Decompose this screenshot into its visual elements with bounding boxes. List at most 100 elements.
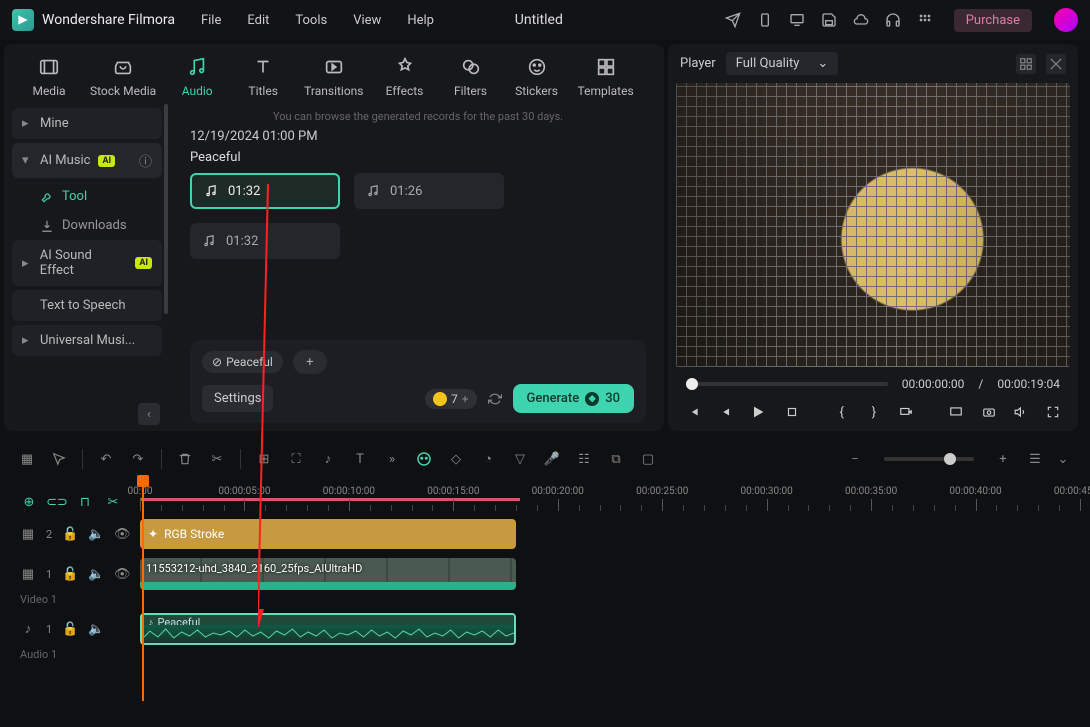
- mixer-icon[interactable]: ☷: [575, 450, 593, 468]
- ai-copilot-icon[interactable]: [415, 450, 433, 468]
- sidebar-sub-downloads[interactable]: Downloads: [12, 211, 162, 240]
- collapse-sidebar-button[interactable]: ‹: [138, 403, 160, 425]
- display-icon[interactable]: [949, 403, 963, 421]
- crop-icon[interactable]: ⛶: [287, 450, 305, 468]
- save-icon[interactable]: [820, 11, 838, 29]
- tab-titles[interactable]: Titles: [238, 54, 288, 98]
- speed-icon[interactable]: ◔: [479, 450, 497, 468]
- video-clip[interactable]: 11553212-uhd_3840_2160_25fps_AIUltraHD: [140, 558, 516, 590]
- sidebar-item-ai-sound[interactable]: ▸AI Sound EffectAI: [12, 240, 162, 286]
- fx-clip[interactable]: ✦RGB Stroke: [140, 519, 516, 549]
- select-tool-icon[interactable]: [50, 450, 68, 468]
- refresh-icon[interactable]: [487, 391, 503, 407]
- mic-icon[interactable]: 🎤: [543, 450, 561, 468]
- marker-dropdown[interactable]: [899, 403, 913, 421]
- link-track-icon[interactable]: ⊂⊃: [48, 493, 66, 511]
- audio-note-icon[interactable]: ♪: [319, 450, 337, 468]
- snapshot-icon[interactable]: [981, 403, 995, 421]
- lock-icon[interactable]: 🔓: [62, 621, 78, 637]
- tab-media[interactable]: Media: [24, 54, 74, 98]
- menu-tools[interactable]: Tools: [295, 13, 327, 28]
- apps-icon[interactable]: [916, 11, 934, 29]
- text-icon[interactable]: T: [351, 450, 369, 468]
- audio-clip[interactable]: ♪Peaceful: [140, 613, 516, 645]
- sidebar-item-tts[interactable]: Text to Speech: [12, 290, 162, 321]
- audio-clip-2[interactable]: 01:26: [354, 173, 504, 209]
- fullscreen-icon[interactable]: [1046, 403, 1060, 421]
- playhead[interactable]: [142, 477, 144, 701]
- tab-filters[interactable]: Filters: [446, 54, 496, 98]
- lock-icon[interactable]: 🔓: [62, 526, 78, 542]
- magnet-icon[interactable]: ⊓: [76, 493, 94, 511]
- help-icon[interactable]: ⓘ: [139, 151, 152, 170]
- mute-icon[interactable]: 🔈: [88, 526, 104, 542]
- redo-icon[interactable]: ↷: [129, 450, 147, 468]
- headphones-icon[interactable]: [884, 11, 902, 29]
- settings-button[interactable]: Settings: [202, 385, 273, 412]
- more-icon[interactable]: »: [383, 450, 401, 468]
- templates-icon: [593, 54, 619, 80]
- sidebar-item-ai-music[interactable]: ▾AI MusicAIⓘ: [12, 143, 162, 178]
- sidebar-item-universal[interactable]: ▸Universal Musi...: [12, 325, 162, 356]
- grid-view-icon[interactable]: [1016, 54, 1036, 74]
- phone-icon[interactable]: [756, 11, 774, 29]
- avatar[interactable]: [1054, 8, 1078, 32]
- prev-frame-button[interactable]: [686, 403, 700, 421]
- add-tag-button[interactable]: +: [293, 350, 327, 374]
- tab-stickers[interactable]: Stickers: [512, 54, 562, 98]
- cloud-icon[interactable]: [852, 11, 870, 29]
- volume-icon[interactable]: [1014, 403, 1028, 421]
- cut-tool-icon[interactable]: ✂: [104, 493, 122, 511]
- mute-icon[interactable]: 🔈: [88, 621, 104, 637]
- tab-transitions[interactable]: Transitions: [304, 54, 363, 98]
- group-icon[interactable]: ⊞: [255, 450, 273, 468]
- delete-icon[interactable]: [176, 450, 194, 468]
- marker-icon[interactable]: ▢: [639, 450, 657, 468]
- audio-clip-3[interactable]: 01:32: [190, 223, 340, 259]
- tab-stock-media[interactable]: Stock Media: [90, 54, 156, 98]
- zoom-in-icon[interactable]: +: [994, 450, 1012, 468]
- eye-icon[interactable]: 👁: [114, 566, 130, 582]
- link-icon[interactable]: ⧉: [607, 450, 625, 468]
- list-icon[interactable]: ☰: [1026, 450, 1044, 468]
- timeline-ruler[interactable]: 00:0000:00:05:0000:00:10:0000:00:15:0000…: [140, 477, 1080, 511]
- lock-icon[interactable]: 🔓: [62, 566, 78, 582]
- eye-icon[interactable]: 👁: [114, 526, 130, 542]
- video-preview[interactable]: [676, 83, 1070, 367]
- zoom-knob[interactable]: [944, 453, 956, 465]
- selection-region[interactable]: [140, 498, 520, 501]
- purchase-button[interactable]: Purchase: [954, 9, 1032, 32]
- mark-in-button[interactable]: {: [835, 403, 849, 421]
- menu-edit[interactable]: Edit: [247, 13, 269, 28]
- generate-button[interactable]: Generate◆30: [513, 384, 634, 413]
- tab-effects[interactable]: Effects: [380, 54, 430, 98]
- add-track-icon[interactable]: ⊕: [20, 493, 38, 511]
- quality-dropdown[interactable]: Full Quality⌄: [726, 52, 839, 75]
- zoom-slider[interactable]: [884, 457, 974, 461]
- send-icon[interactable]: [724, 11, 742, 29]
- compare-icon[interactable]: [1046, 54, 1066, 74]
- split-icon[interactable]: ✂: [208, 450, 226, 468]
- layout-icon[interactable]: ▦: [18, 450, 36, 468]
- tab-templates[interactable]: Templates: [578, 54, 634, 98]
- monitor-icon[interactable]: [788, 11, 806, 29]
- undo-icon[interactable]: ↶: [97, 450, 115, 468]
- play-back-button[interactable]: [718, 403, 732, 421]
- mark-out-button[interactable]: }: [867, 403, 881, 421]
- progress-knob[interactable]: [686, 378, 698, 390]
- sidebar-item-mine[interactable]: ▸Mine: [12, 108, 162, 139]
- progress-bar[interactable]: [686, 382, 888, 386]
- shield-icon[interactable]: ▽: [511, 450, 529, 468]
- keyframe-icon[interactable]: ◇: [447, 450, 465, 468]
- zoom-out-icon[interactable]: −: [846, 450, 864, 468]
- sidebar-sub-tool[interactable]: Tool: [12, 182, 162, 211]
- tab-audio[interactable]: Audio: [172, 54, 222, 98]
- audio-clip-1[interactable]: 01:32: [190, 173, 340, 209]
- stop-button[interactable]: [784, 403, 798, 421]
- mute-icon[interactable]: 🔈: [88, 566, 104, 582]
- app-logo: [12, 9, 34, 31]
- menu-file[interactable]: File: [201, 13, 221, 28]
- play-button[interactable]: [750, 403, 766, 421]
- mood-tag[interactable]: ⊘ Peaceful: [202, 351, 283, 373]
- tl-more-icon[interactable]: ⌄: [1054, 450, 1072, 468]
